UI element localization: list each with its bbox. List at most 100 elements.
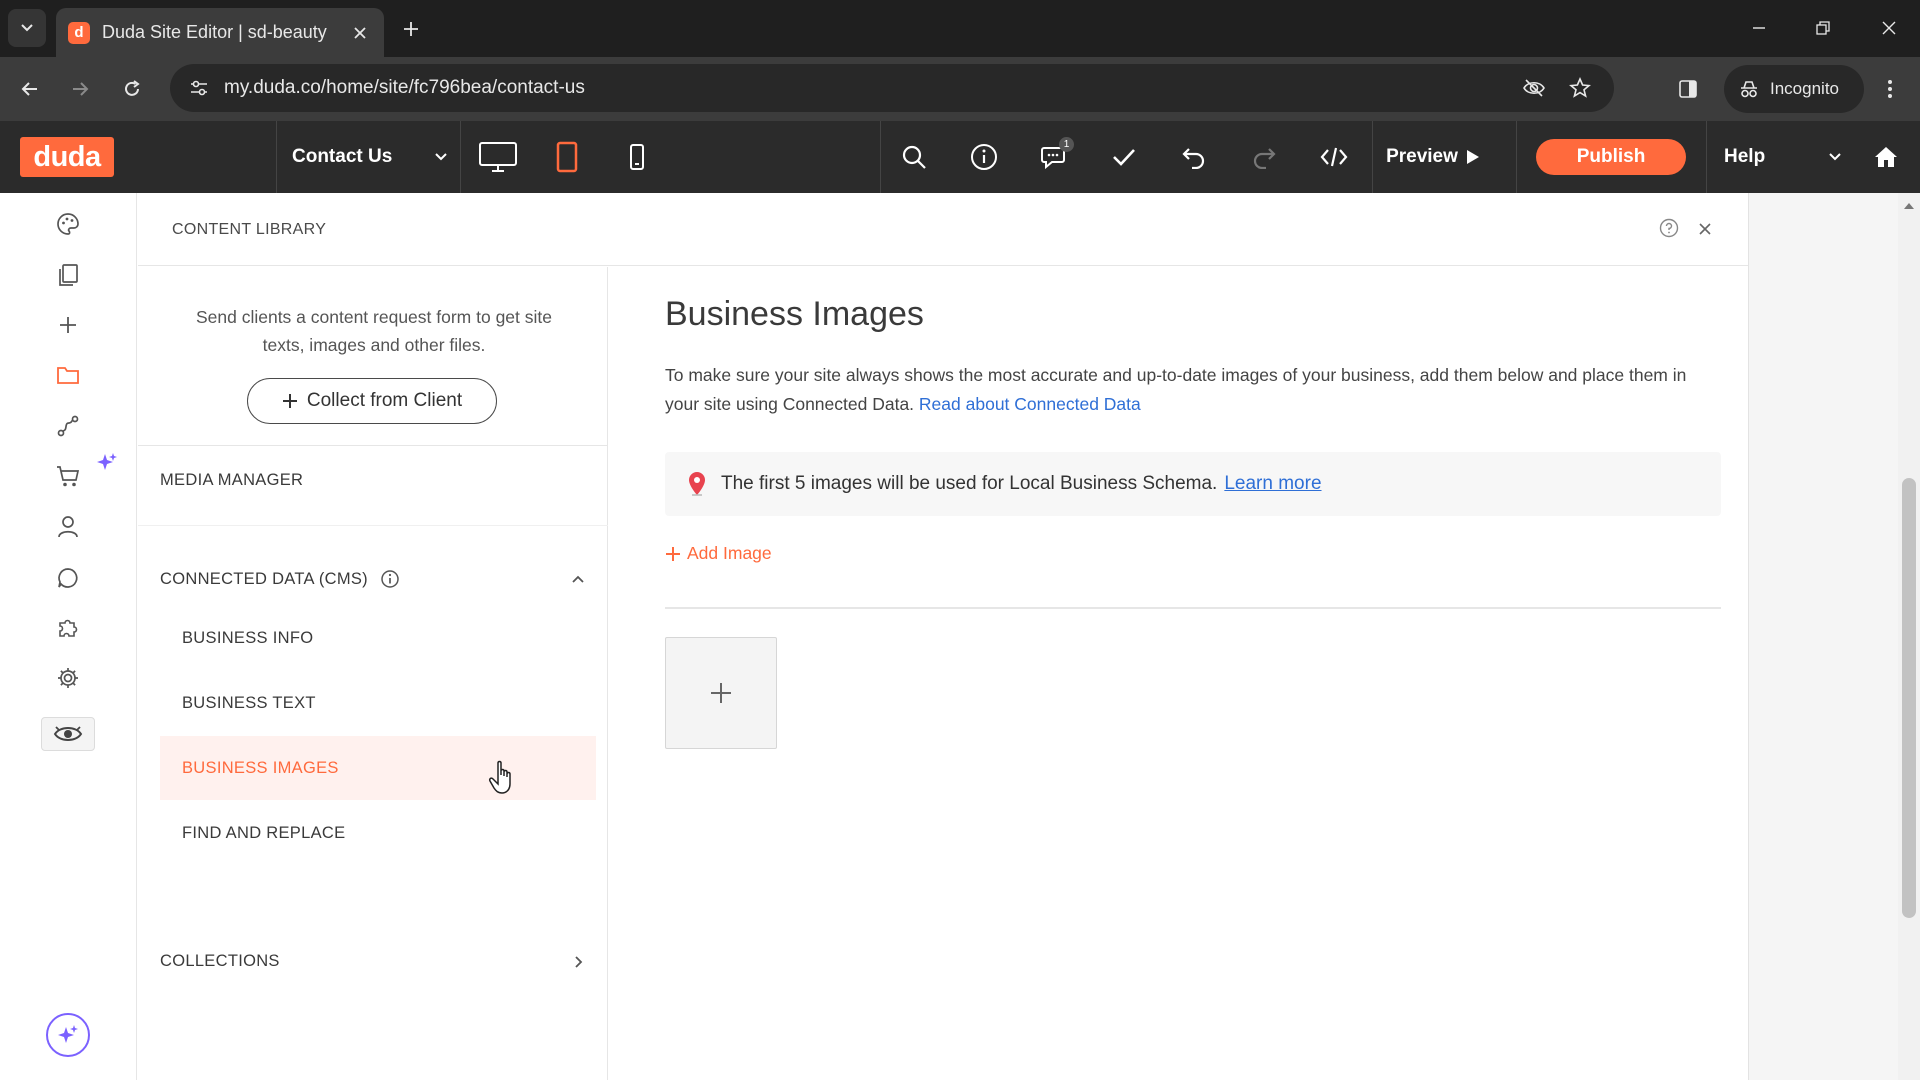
- search-button[interactable]: [890, 133, 938, 181]
- content-library-nav: Send clients a content request form to g…: [138, 267, 608, 1080]
- collect-description: Send clients a content request form to g…: [195, 307, 553, 355]
- code-icon: [1320, 147, 1348, 167]
- redo-button[interactable]: [1240, 133, 1288, 181]
- sidebar-item-comments[interactable]: [47, 557, 89, 599]
- browser-menu-button[interactable]: [1872, 71, 1908, 107]
- divider: [880, 121, 881, 193]
- home-icon: [1875, 147, 1897, 167]
- browser-tab[interactable]: d Duda Site Editor | sd-beauty: [56, 8, 384, 57]
- sidebar-item-store[interactable]: [47, 455, 89, 497]
- nav-item-business-text[interactable]: BUSINESS TEXT: [160, 671, 596, 735]
- nav-item-find-and-replace[interactable]: FIND AND REPLACE: [160, 801, 596, 865]
- sidebar-item-apps[interactable]: [47, 607, 89, 649]
- ai-assistant-button[interactable]: [46, 1013, 90, 1057]
- business-images-content: Business Images To make sure your site a…: [609, 267, 1748, 1080]
- add-image-button[interactable]: Add Image: [665, 543, 772, 564]
- sidebar-item-settings[interactable]: [47, 657, 89, 699]
- tab-close-button[interactable]: [348, 21, 372, 45]
- side-panel-icon: [1679, 80, 1697, 98]
- section-description: To make sure your site always shows the …: [665, 361, 1725, 419]
- desktop-view-button[interactable]: [474, 133, 522, 181]
- more-vertical-icon: [1888, 80, 1892, 98]
- plus-icon: [282, 394, 297, 408]
- restore-button[interactable]: [1800, 8, 1846, 48]
- plus-icon: [666, 546, 680, 561]
- tune-icon: [191, 80, 207, 96]
- redo-icon: [1253, 148, 1276, 169]
- desktop-icon: [479, 142, 517, 172]
- site-health-check-button[interactable]: [1100, 133, 1148, 181]
- sidebar-item-pages[interactable]: [47, 254, 89, 296]
- pages-icon: [59, 264, 78, 286]
- help-menu[interactable]: Help: [1708, 121, 1850, 193]
- read-about-connected-data-link[interactable]: Read about Connected Data: [919, 394, 1141, 414]
- tab-search-button[interactable]: [8, 9, 46, 47]
- scroll-up-icon[interactable]: [1903, 201, 1915, 211]
- scroll-thumb[interactable]: [1902, 478, 1916, 918]
- reload-icon: [125, 80, 140, 96]
- tracking-protection-button[interactable]: [1516, 70, 1552, 106]
- duda-favicon-icon: d: [68, 21, 90, 44]
- media-manager-item[interactable]: MEDIA MANAGER: [160, 471, 303, 490]
- minimize-button[interactable]: [1736, 8, 1782, 48]
- flow-icon: [57, 415, 79, 437]
- divider: [276, 121, 277, 193]
- eye-icon: [53, 726, 83, 741]
- incognito-profile-button[interactable]: Incognito: [1724, 65, 1864, 113]
- collections-expand-toggle[interactable]: [569, 953, 587, 971]
- chevron-down-icon: [1829, 153, 1841, 161]
- panel-help-button[interactable]: [1658, 217, 1680, 239]
- preview-button[interactable]: Preview: [1374, 133, 1492, 181]
- nav-item-business-images[interactable]: BUSINESS IMAGES: [160, 736, 596, 800]
- learn-more-link[interactable]: Learn more: [1224, 473, 1321, 495]
- comments-count-badge: 1: [1059, 137, 1074, 152]
- connected-data-section[interactable]: CONNECTED DATA (CMS): [160, 569, 400, 589]
- comments-button[interactable]: 1: [1030, 133, 1078, 181]
- url-text: my.duda.co/home/site/fc796bea/contact-us: [224, 77, 585, 98]
- undo-icon: [1182, 148, 1205, 169]
- preview-label: Preview: [1386, 146, 1458, 167]
- reload-button[interactable]: [114, 71, 150, 107]
- sidebar-item-design[interactable]: [47, 203, 89, 245]
- sidebar-item-flows[interactable]: [47, 405, 89, 447]
- divider: [1372, 121, 1373, 193]
- close-icon: [1699, 223, 1711, 235]
- puzzle-icon: [59, 619, 78, 637]
- developer-mode-button[interactable]: [1310, 133, 1358, 181]
- address-bar[interactable]: my.duda.co/home/site/fc796bea/contact-us: [170, 64, 1614, 112]
- bookmark-button[interactable]: [1562, 70, 1598, 106]
- tablet-view-button[interactable]: [543, 133, 591, 181]
- side-panel-button[interactable]: [1670, 71, 1706, 107]
- site-info-button[interactable]: [960, 133, 1008, 181]
- page-selector[interactable]: Contact Us: [278, 121, 456, 193]
- duda-logo[interactable]: duda: [20, 137, 114, 177]
- page-scrollbar[interactable]: [1898, 193, 1920, 1080]
- collect-from-client-button[interactable]: Collect from Client: [247, 378, 497, 424]
- cart-icon: [57, 466, 80, 487]
- tab-title: Duda Site Editor | sd-beauty: [102, 22, 327, 42]
- back-button[interactable]: [12, 71, 48, 107]
- window-close-button[interactable]: [1866, 8, 1912, 48]
- hidden-elements-toggle[interactable]: [41, 717, 95, 751]
- help-label: Help: [1724, 146, 1766, 167]
- sidebar-item-add[interactable]: [47, 304, 89, 346]
- browser-toolbar: my.duda.co/home/site/fc796bea/contact-us…: [0, 57, 1920, 121]
- sidebar-item-membership[interactable]: [47, 506, 89, 548]
- collections-item[interactable]: COLLECTIONS: [160, 952, 280, 971]
- add-image-tile[interactable]: [665, 637, 777, 749]
- publish-button[interactable]: Publish: [1536, 139, 1686, 175]
- map-pin-icon: [689, 472, 705, 496]
- dashboard-home-button[interactable]: [1862, 133, 1910, 181]
- mobile-view-button[interactable]: [613, 133, 661, 181]
- connected-data-collapse-toggle[interactable]: [569, 570, 587, 588]
- undo-button[interactable]: [1170, 133, 1218, 181]
- sidebar-item-content[interactable]: [47, 354, 89, 396]
- panel-close-button[interactable]: [1695, 219, 1715, 239]
- forward-button[interactable]: [62, 71, 98, 107]
- nav-item-business-info[interactable]: BUSINESS INFO: [160, 606, 596, 670]
- info-icon[interactable]: [380, 569, 400, 589]
- new-tab-button[interactable]: [396, 14, 426, 44]
- site-info-button[interactable]: [186, 75, 212, 101]
- panel-title: CONTENT LIBRARY: [172, 221, 327, 238]
- star-icon: [1569, 77, 1591, 98]
